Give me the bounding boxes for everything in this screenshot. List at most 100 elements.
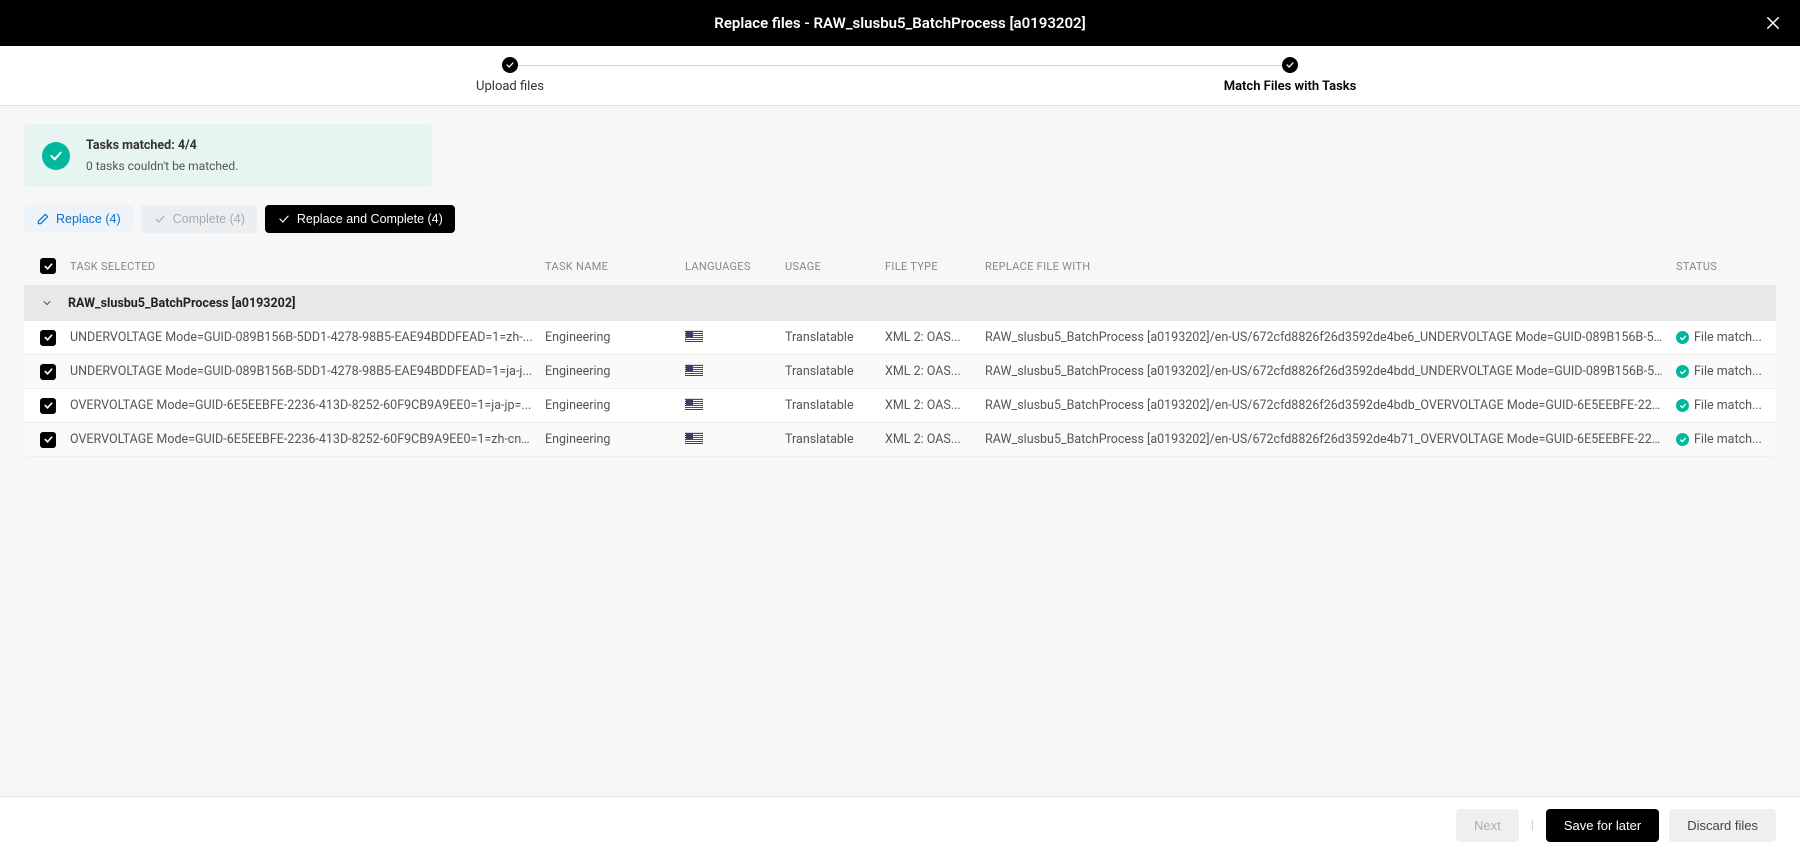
step-label: Match Files with Tasks: [1224, 79, 1357, 94]
cell-task-selected: UNDERVOLTAGE Mode=GUID-089B156B-5DD1-427…: [64, 364, 539, 379]
tasks-table: TASK SELECTED TASK NAME LANGUAGES USAGE …: [24, 247, 1776, 457]
chevron-down-icon: [41, 297, 53, 309]
cell-file-type: XML 2: OAS...: [879, 398, 979, 413]
us-flag-icon: [685, 364, 703, 376]
replace-complete-label: Replace and Complete (4): [297, 212, 443, 226]
collapse-toggle[interactable]: [30, 297, 64, 309]
match-summary-banner: Tasks matched: 4/4 0 tasks couldn't be m…: [24, 124, 432, 187]
table-header-row: TASK SELECTED TASK NAME LANGUAGES USAGE …: [24, 247, 1776, 285]
col-task-selected[interactable]: TASK SELECTED: [64, 260, 539, 273]
step-label: Upload files: [476, 79, 544, 94]
success-icon: [1676, 433, 1689, 446]
cell-usage: Translatable: [779, 398, 879, 413]
cell-replace-with: RAW_slusbu5_BatchProcess [a0193202]/en-U…: [979, 398, 1670, 413]
cell-task-selected: OVERVOLTAGE Mode=GUID-6E5EEBFE-2236-413D…: [64, 398, 539, 413]
replace-and-complete-button[interactable]: Replace and Complete (4): [265, 205, 455, 233]
cell-file-type: XML 2: OAS...: [879, 364, 979, 379]
col-file-type[interactable]: FILE TYPE: [879, 260, 979, 273]
col-task-name[interactable]: TASK NAME: [539, 260, 679, 273]
footer-bar: Next | Save for later Discard files: [0, 796, 1800, 854]
col-replace-with[interactable]: REPLACE FILE WITH: [979, 260, 1670, 273]
cell-file-type: XML 2: OAS...: [879, 432, 979, 447]
row-checkbox[interactable]: [40, 398, 56, 414]
cell-task-name: Engineering: [539, 330, 679, 345]
cell-replace-with: RAW_slusbu5_BatchProcess [a0193202]/en-U…: [979, 364, 1670, 379]
col-usage[interactable]: USAGE: [779, 260, 879, 273]
check-icon: [43, 261, 54, 272]
success-icon: [1676, 331, 1689, 344]
stepper: Upload files Match Files with Tasks: [0, 46, 1800, 106]
cell-status: File match...: [1670, 398, 1770, 413]
footer-divider: |: [1531, 818, 1534, 833]
check-icon: [43, 366, 54, 377]
check-icon: [277, 212, 291, 226]
check-circle-icon: [1282, 57, 1298, 73]
us-flag-icon: [685, 398, 703, 410]
cell-languages: [679, 364, 779, 380]
check-icon: [43, 434, 54, 445]
banner-title: Tasks matched: 4/4: [86, 138, 238, 153]
cell-task-name: Engineering: [539, 364, 679, 379]
main-content: Tasks matched: 4/4 0 tasks couldn't be m…: [0, 106, 1800, 796]
titlebar: Replace files - RAW_slusbu5_BatchProcess…: [0, 0, 1800, 46]
close-icon: [1764, 14, 1782, 32]
cell-languages: [679, 330, 779, 346]
edit-icon: [36, 212, 50, 226]
cell-status: File match...: [1670, 432, 1770, 447]
select-all-checkbox[interactable]: [40, 258, 56, 274]
group-header[interactable]: RAW_slusbu5_BatchProcess [a0193202]: [24, 285, 1776, 321]
cell-usage: Translatable: [779, 432, 879, 447]
col-languages[interactable]: LANGUAGES: [679, 260, 779, 273]
table-row[interactable]: OVERVOLTAGE Mode=GUID-6E5EEBFE-2236-413D…: [24, 389, 1776, 423]
table-row[interactable]: OVERVOLTAGE Mode=GUID-6E5EEBFE-2236-413D…: [24, 423, 1776, 457]
status-text: File match...: [1694, 364, 1762, 379]
row-select-cell[interactable]: [30, 364, 64, 380]
step-match-files[interactable]: Match Files with Tasks: [900, 57, 1680, 94]
cell-languages: [679, 432, 779, 448]
check-icon: [43, 400, 54, 411]
row-checkbox[interactable]: [40, 364, 56, 380]
cell-usage: Translatable: [779, 364, 879, 379]
status-text: File match...: [1694, 398, 1762, 413]
cell-replace-with: RAW_slusbu5_BatchProcess [a0193202]/en-U…: [979, 432, 1670, 447]
us-flag-icon: [685, 330, 703, 342]
row-select-cell[interactable]: [30, 330, 64, 346]
table-row[interactable]: UNDERVOLTAGE Mode=GUID-089B156B-5DD1-427…: [24, 355, 1776, 389]
cell-task-name: Engineering: [539, 432, 679, 447]
cell-replace-with: RAW_slusbu5_BatchProcess [a0193202]/en-U…: [979, 330, 1670, 345]
row-checkbox[interactable]: [40, 330, 56, 346]
success-icon: [1676, 399, 1689, 412]
success-icon: [1676, 365, 1689, 378]
cell-status: File match...: [1670, 364, 1770, 379]
row-checkbox[interactable]: [40, 432, 56, 448]
success-icon: [42, 142, 70, 170]
check-icon: [153, 212, 167, 226]
discard-files-button[interactable]: Discard files: [1669, 809, 1776, 842]
replace-button[interactable]: Replace (4): [24, 205, 133, 233]
status-text: File match...: [1694, 330, 1762, 345]
step-upload-files[interactable]: Upload files: [120, 57, 900, 94]
check-icon: [43, 332, 54, 343]
step-connector: [510, 65, 1290, 66]
select-all-cell[interactable]: [30, 258, 64, 274]
action-bar: Replace (4) Complete (4) Replace and Com…: [24, 205, 1776, 233]
save-for-later-button[interactable]: Save for later: [1546, 809, 1659, 842]
cell-task-selected: UNDERVOLTAGE Mode=GUID-089B156B-5DD1-427…: [64, 330, 539, 345]
group-name: RAW_slusbu5_BatchProcess [a0193202]: [64, 296, 1770, 311]
complete-button[interactable]: Complete (4): [141, 205, 257, 233]
dialog-title: Replace files - RAW_slusbu5_BatchProcess…: [714, 14, 1085, 32]
cell-task-name: Engineering: [539, 398, 679, 413]
row-select-cell[interactable]: [30, 432, 64, 448]
table-row[interactable]: UNDERVOLTAGE Mode=GUID-089B156B-5DD1-427…: [24, 321, 1776, 355]
status-text: File match...: [1694, 432, 1762, 447]
us-flag-icon: [685, 432, 703, 444]
row-select-cell[interactable]: [30, 398, 64, 414]
cell-status: File match...: [1670, 330, 1770, 345]
close-button[interactable]: [1764, 14, 1782, 32]
cell-task-selected: OVERVOLTAGE Mode=GUID-6E5EEBFE-2236-413D…: [64, 432, 539, 447]
col-status[interactable]: STATUS: [1670, 260, 1770, 273]
cell-file-type: XML 2: OAS...: [879, 330, 979, 345]
next-button[interactable]: Next: [1456, 809, 1519, 842]
cell-usage: Translatable: [779, 330, 879, 345]
check-circle-icon: [502, 57, 518, 73]
